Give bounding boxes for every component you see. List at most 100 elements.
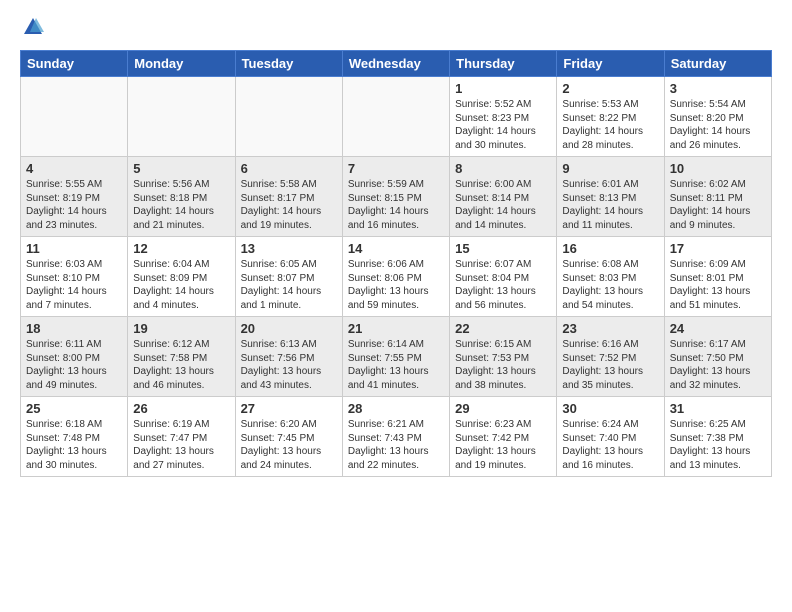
day-number: 4 xyxy=(26,161,122,176)
calendar-day-cell: 11 Sunrise: 6:03 AMSunset: 8:10 PMDayligh… xyxy=(21,237,128,317)
day-number: 29 xyxy=(455,401,551,416)
day-number: 28 xyxy=(348,401,444,416)
weekday-header-sunday: Sunday xyxy=(21,51,128,77)
calendar-day-cell: 23 Sunrise: 6:16 AMSunset: 7:52 PMDayligh… xyxy=(557,317,664,397)
calendar-day-cell xyxy=(342,77,449,157)
day-number: 10 xyxy=(670,161,766,176)
day-number: 30 xyxy=(562,401,658,416)
calendar-day-cell: 9 Sunrise: 6:01 AMSunset: 8:13 PMDaylight… xyxy=(557,157,664,237)
day-number: 27 xyxy=(241,401,337,416)
day-number: 26 xyxy=(133,401,229,416)
day-info: Sunrise: 6:18 AMSunset: 7:48 PMDaylight:… xyxy=(26,418,122,472)
weekday-header-thursday: Thursday xyxy=(450,51,557,77)
day-number: 1 xyxy=(455,81,551,96)
day-number: 3 xyxy=(670,81,766,96)
calendar-day-cell: 7 Sunrise: 5:59 AMSunset: 8:15 PMDaylight… xyxy=(342,157,449,237)
day-info: Sunrise: 6:17 AMSunset: 7:50 PMDaylight:… xyxy=(670,338,766,392)
day-info: Sunrise: 6:20 AMSunset: 7:45 PMDaylight:… xyxy=(241,418,337,472)
calendar-day-cell: 31 Sunrise: 6:25 AMSunset: 7:38 PMDayligh… xyxy=(664,397,771,477)
day-info: Sunrise: 6:14 AMSunset: 7:55 PMDaylight:… xyxy=(348,338,444,392)
weekday-header-friday: Friday xyxy=(557,51,664,77)
day-info: Sunrise: 5:59 AMSunset: 8:15 PMDaylight:… xyxy=(348,178,444,232)
calendar-day-cell: 13 Sunrise: 6:05 AMSunset: 8:07 PMDayligh… xyxy=(235,237,342,317)
day-number: 12 xyxy=(133,241,229,256)
day-info: Sunrise: 6:07 AMSunset: 8:04 PMDaylight:… xyxy=(455,258,551,312)
day-info: Sunrise: 6:03 AMSunset: 8:10 PMDaylight:… xyxy=(26,258,122,312)
calendar-day-cell xyxy=(235,77,342,157)
day-number: 15 xyxy=(455,241,551,256)
day-number: 24 xyxy=(670,321,766,336)
calendar-day-cell: 2 Sunrise: 5:53 AMSunset: 8:22 PMDaylight… xyxy=(557,77,664,157)
day-info: Sunrise: 5:55 AMSunset: 8:19 PMDaylight:… xyxy=(26,178,122,232)
calendar-day-cell: 19 Sunrise: 6:12 AMSunset: 7:58 PMDayligh… xyxy=(128,317,235,397)
day-number: 9 xyxy=(562,161,658,176)
day-number: 8 xyxy=(455,161,551,176)
day-info: Sunrise: 6:00 AMSunset: 8:14 PMDaylight:… xyxy=(455,178,551,232)
calendar-day-cell: 17 Sunrise: 6:09 AMSunset: 8:01 PMDayligh… xyxy=(664,237,771,317)
day-info: Sunrise: 6:21 AMSunset: 7:43 PMDaylight:… xyxy=(348,418,444,472)
day-number: 23 xyxy=(562,321,658,336)
calendar-day-cell: 28 Sunrise: 6:21 AMSunset: 7:43 PMDayligh… xyxy=(342,397,449,477)
calendar-day-cell: 29 Sunrise: 6:23 AMSunset: 7:42 PMDayligh… xyxy=(450,397,557,477)
day-info: Sunrise: 6:15 AMSunset: 7:53 PMDaylight:… xyxy=(455,338,551,392)
logo xyxy=(20,16,44,38)
calendar-day-cell: 8 Sunrise: 6:00 AMSunset: 8:14 PMDaylight… xyxy=(450,157,557,237)
day-info: Sunrise: 5:52 AMSunset: 8:23 PMDaylight:… xyxy=(455,98,551,152)
calendar-day-cell: 12 Sunrise: 6:04 AMSunset: 8:09 PMDayligh… xyxy=(128,237,235,317)
calendar-day-cell: 14Sunrise: 6:06 AMSunset: 8:06 PMDayligh… xyxy=(342,237,449,317)
day-info: Sunrise: 6:08 AMSunset: 8:03 PMDaylight:… xyxy=(562,258,658,312)
day-number: 2 xyxy=(562,81,658,96)
calendar-day-cell: 26 Sunrise: 6:19 AMSunset: 7:47 PMDayligh… xyxy=(128,397,235,477)
weekday-header-monday: Monday xyxy=(128,51,235,77)
calendar-day-cell xyxy=(128,77,235,157)
day-number: 20 xyxy=(241,321,337,336)
calendar-day-cell: 10Sunrise: 6:02 AMSunset: 8:11 PMDayligh… xyxy=(664,157,771,237)
calendar-day-cell xyxy=(21,77,128,157)
day-info: Sunrise: 6:09 AMSunset: 8:01 PMDaylight:… xyxy=(670,258,766,312)
calendar-day-cell: 6Sunrise: 5:58 AMSunset: 8:17 PMDaylight… xyxy=(235,157,342,237)
day-info: Sunrise: 5:54 AMSunset: 8:20 PMDaylight:… xyxy=(670,98,766,152)
calendar-day-cell: 1 Sunrise: 5:52 AMSunset: 8:23 PMDaylight… xyxy=(450,77,557,157)
calendar-week-row: 1 Sunrise: 5:52 AMSunset: 8:23 PMDaylight… xyxy=(21,77,772,157)
day-info: Sunrise: 6:13 AMSunset: 7:56 PMDaylight:… xyxy=(241,338,337,392)
day-number: 11 xyxy=(26,241,122,256)
day-info: Sunrise: 6:16 AMSunset: 7:52 PMDaylight:… xyxy=(562,338,658,392)
day-number: 7 xyxy=(348,161,444,176)
day-number: 17 xyxy=(670,241,766,256)
day-info: Sunrise: 6:01 AMSunset: 8:13 PMDaylight:… xyxy=(562,178,658,232)
day-info: Sunrise: 6:12 AMSunset: 7:58 PMDaylight:… xyxy=(133,338,229,392)
day-info: Sunrise: 6:04 AMSunset: 8:09 PMDaylight:… xyxy=(133,258,229,312)
day-info: Sunrise: 6:25 AMSunset: 7:38 PMDaylight:… xyxy=(670,418,766,472)
calendar-week-row: 18 Sunrise: 6:11 AMSunset: 8:00 PMDayligh… xyxy=(21,317,772,397)
weekday-header-row: SundayMondayTuesdayWednesdayThursdayFrid… xyxy=(21,51,772,77)
calendar-week-row: 25 Sunrise: 6:18 AMSunset: 7:48 PMDayligh… xyxy=(21,397,772,477)
calendar-day-cell: 5Sunrise: 5:56 AMSunset: 8:18 PMDaylight… xyxy=(128,157,235,237)
weekday-header-saturday: Saturday xyxy=(664,51,771,77)
calendar-table: SundayMondayTuesdayWednesdayThursdayFrid… xyxy=(20,50,772,477)
day-number: 6 xyxy=(241,161,337,176)
logo-icon xyxy=(22,16,44,38)
day-number: 22 xyxy=(455,321,551,336)
calendar-day-cell: 21 Sunrise: 6:14 AMSunset: 7:55 PMDayligh… xyxy=(342,317,449,397)
calendar-day-cell: 27 Sunrise: 6:20 AMSunset: 7:45 PMDayligh… xyxy=(235,397,342,477)
calendar-day-cell: 4 Sunrise: 5:55 AMSunset: 8:19 PMDaylight… xyxy=(21,157,128,237)
calendar-week-row: 11 Sunrise: 6:03 AMSunset: 8:10 PMDayligh… xyxy=(21,237,772,317)
day-number: 25 xyxy=(26,401,122,416)
calendar-day-cell: 22 Sunrise: 6:15 AMSunset: 7:53 PMDayligh… xyxy=(450,317,557,397)
day-number: 21 xyxy=(348,321,444,336)
calendar-week-row: 4 Sunrise: 5:55 AMSunset: 8:19 PMDaylight… xyxy=(21,157,772,237)
calendar-day-cell: 30Sunrise: 6:24 AMSunset: 7:40 PMDayligh… xyxy=(557,397,664,477)
weekday-header-wednesday: Wednesday xyxy=(342,51,449,77)
day-info: Sunrise: 6:05 AMSunset: 8:07 PMDaylight:… xyxy=(241,258,337,312)
day-number: 13 xyxy=(241,241,337,256)
day-number: 18 xyxy=(26,321,122,336)
day-info: Sunrise: 5:53 AMSunset: 8:22 PMDaylight:… xyxy=(562,98,658,152)
calendar-day-cell: 15 Sunrise: 6:07 AMSunset: 8:04 PMDayligh… xyxy=(450,237,557,317)
day-number: 19 xyxy=(133,321,229,336)
day-info: Sunrise: 6:23 AMSunset: 7:42 PMDaylight:… xyxy=(455,418,551,472)
day-info: Sunrise: 6:19 AMSunset: 7:47 PMDaylight:… xyxy=(133,418,229,472)
day-number: 31 xyxy=(670,401,766,416)
calendar-day-cell: 16Sunrise: 6:08 AMSunset: 8:03 PMDayligh… xyxy=(557,237,664,317)
day-info: Sunrise: 6:11 AMSunset: 8:00 PMDaylight:… xyxy=(26,338,122,392)
page-header xyxy=(20,16,772,38)
